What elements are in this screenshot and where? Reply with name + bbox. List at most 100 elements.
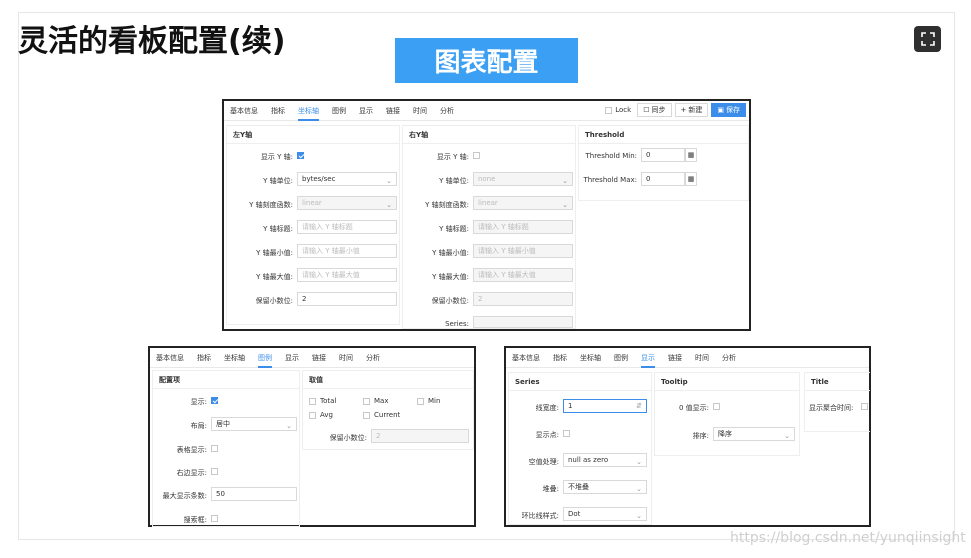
- right-series-input[interactable]: [473, 316, 573, 328]
- tab-basic[interactable]: 基本信息: [156, 348, 184, 368]
- new-button[interactable]: + 新建: [674, 103, 709, 117]
- tab-analysis[interactable]: 分析: [722, 348, 736, 368]
- display-config-panel: 基本信息 指标 坐标轴 图例 显示 链接 时间 分析 Series 线宽度: 1…: [504, 346, 871, 527]
- tab-axes[interactable]: 坐标轴: [224, 348, 245, 368]
- chevron-down-icon: ⌄: [386, 177, 392, 185]
- calendar-icon[interactable]: ▦: [685, 148, 697, 162]
- left-max-input[interactable]: 请输入 Y 轴最大值: [297, 268, 397, 282]
- value-total-checkbox[interactable]: [309, 397, 316, 405]
- legend-decimals-input[interactable]: 2: [371, 429, 469, 443]
- right-scale-select[interactable]: linear ⌄: [473, 196, 573, 210]
- right-unit-select[interactable]: none ⌄: [473, 172, 573, 186]
- tab-links[interactable]: 链接: [312, 348, 326, 368]
- legend-show-checkbox[interactable]: [211, 397, 218, 404]
- tab-metrics[interactable]: 指标: [271, 101, 285, 121]
- value-avg-checkbox[interactable]: [309, 411, 316, 419]
- right-title-input[interactable]: 请输入 Y 轴标题: [473, 220, 573, 234]
- stepper-icon[interactable]: ⇵: [636, 400, 642, 412]
- tab-time[interactable]: 时间: [695, 348, 709, 368]
- tab-metrics[interactable]: 指标: [197, 348, 211, 368]
- threshold-min-input[interactable]: 0: [641, 148, 685, 162]
- right-axis-header: 右Y轴: [403, 126, 575, 144]
- threshold-header: Threshold: [579, 126, 748, 144]
- tab-display[interactable]: 显示: [641, 348, 655, 368]
- tab-links[interactable]: 链接: [668, 348, 682, 368]
- show-points-checkbox[interactable]: [563, 430, 570, 437]
- tab-legend[interactable]: 图例: [332, 101, 346, 121]
- left-unit-select[interactable]: bytes/sec ⌄: [297, 172, 397, 186]
- value-max-option[interactable]: Max: [363, 397, 388, 405]
- null-handling-select[interactable]: null as zero ⌄: [563, 453, 647, 467]
- value-avg-option[interactable]: Avg: [309, 411, 333, 419]
- value-max-checkbox[interactable]: [363, 397, 370, 405]
- left-title-input[interactable]: 请输入 Y 轴标题: [297, 220, 397, 234]
- value-total-option[interactable]: Total: [309, 397, 336, 405]
- left-max-label: Y 轴最大值:: [256, 273, 293, 281]
- plus-icon: +: [680, 106, 687, 114]
- sync-button[interactable]: ☐ 同步: [637, 103, 672, 117]
- legend-right-label: 右边显示:: [176, 469, 207, 477]
- calendar-icon[interactable]: ▦: [685, 172, 697, 186]
- right-decimals-label: 保留小数位:: [431, 297, 469, 305]
- tab-basic[interactable]: 基本信息: [512, 348, 540, 368]
- tab-analysis[interactable]: 分析: [366, 348, 380, 368]
- left-decimals-label: 保留小数位:: [255, 297, 293, 305]
- new-label: 新建: [688, 106, 703, 114]
- chevron-down-icon: ⌄: [636, 485, 642, 493]
- legend-layout-select[interactable]: 居中 ⌄: [211, 417, 297, 431]
- value-total-label: Total: [320, 397, 337, 405]
- tab-axes[interactable]: 坐标轴: [580, 348, 601, 368]
- ring-style-select[interactable]: Dot ⌄: [563, 507, 647, 521]
- axis-config-panel: 基本信息 指标 坐标轴 图例 显示 链接 时间 分析 Lock ☐ 同步 + 新建 …: [222, 99, 751, 331]
- value-current-checkbox[interactable]: [363, 411, 370, 419]
- right-min-input[interactable]: 请输入 Y 轴最小值: [473, 244, 573, 258]
- legend-show-label: 显示:: [190, 398, 207, 406]
- tab-time[interactable]: 时间: [413, 101, 427, 121]
- left-scale-select[interactable]: linear ⌄: [297, 196, 397, 210]
- sort-select[interactable]: 降序 ⌄: [713, 427, 795, 441]
- right-decimals-input[interactable]: 2: [473, 292, 573, 306]
- tab-legend[interactable]: 图例: [614, 348, 628, 368]
- threshold-max-input[interactable]: 0: [641, 172, 685, 186]
- tab-legend[interactable]: 图例: [258, 348, 272, 368]
- chevron-down-icon: ⌄: [562, 177, 568, 185]
- value-min-option[interactable]: Min: [417, 397, 440, 405]
- sync-label: 同步: [651, 106, 666, 114]
- right-show-label: 显示 Y 轴:: [436, 153, 469, 161]
- sync-icon: ☐: [643, 106, 650, 114]
- tab-time[interactable]: 时间: [339, 348, 353, 368]
- tab-display[interactable]: 显示: [359, 101, 373, 121]
- chevron-down-icon: ⌄: [636, 458, 642, 466]
- save-button[interactable]: ▣ 保存: [711, 103, 746, 117]
- line-width-stepper[interactable]: 1 ⇵: [563, 399, 647, 413]
- save-icon: ▣: [717, 106, 724, 114]
- expand-button[interactable]: [914, 26, 941, 52]
- tab-axes[interactable]: 坐标轴: [298, 101, 319, 121]
- left-show-checkbox[interactable]: [297, 152, 304, 159]
- legend-max-input[interactable]: 50: [211, 487, 297, 501]
- chart-config-banner: 图表配置: [395, 38, 578, 83]
- stack-select[interactable]: 不堆叠 ⌄: [563, 480, 647, 494]
- tab-links[interactable]: 链接: [386, 101, 400, 121]
- tab-basic[interactable]: 基本信息: [230, 101, 258, 121]
- legend-table-checkbox[interactable]: [211, 445, 218, 452]
- tab-metrics[interactable]: 指标: [553, 348, 567, 368]
- right-max-label: Y 轴最大值:: [432, 273, 469, 281]
- left-decimals-input[interactable]: 2: [297, 292, 397, 306]
- tab-analysis[interactable]: 分析: [440, 101, 454, 121]
- value-current-option[interactable]: Current: [363, 411, 400, 419]
- right-show-checkbox[interactable]: [473, 152, 480, 159]
- legend-search-checkbox[interactable]: [211, 515, 218, 522]
- agg-time-checkbox[interactable]: [861, 403, 868, 410]
- left-min-input[interactable]: 请输入 Y 轴最小值: [297, 244, 397, 258]
- tab-display[interactable]: 显示: [285, 348, 299, 368]
- legend-right-checkbox[interactable]: [211, 468, 218, 475]
- zero-show-checkbox[interactable]: [713, 403, 720, 410]
- legend-layout-label: 布局:: [190, 422, 207, 430]
- legend-max-label: 最大显示条数:: [162, 492, 207, 500]
- lock-checkbox[interactable]: [605, 106, 613, 114]
- right-max-input[interactable]: 请输入 Y 轴最大值: [473, 268, 573, 282]
- value-min-checkbox[interactable]: [417, 397, 424, 405]
- tooltip-section: Tooltip 0 值显示: 排序: 降序 ⌄: [654, 372, 800, 456]
- chevron-down-icon: ⌄: [386, 201, 392, 209]
